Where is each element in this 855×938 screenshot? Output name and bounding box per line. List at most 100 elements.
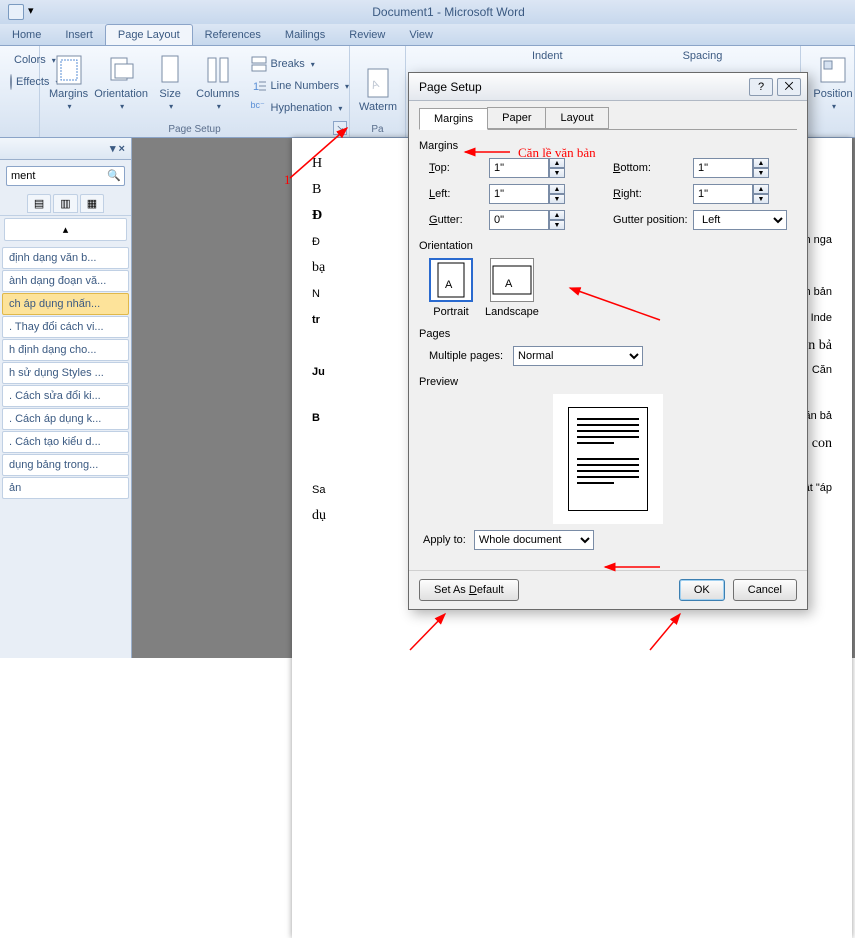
size-button[interactable]: Size▾ [151,50,189,116]
nav-search: 🔍 [6,166,125,186]
gutter-pos-select[interactable]: Left [693,210,787,230]
cancel-button[interactable]: Cancel [733,579,797,601]
line-numbers-button[interactable]: 1Line Numbers▾ [247,76,354,96]
nav-tabs: ▤ ▥ ▦ [0,192,131,216]
multiple-pages-label: Multiple pages: [429,350,503,362]
right-spin-up[interactable]: ▲ [753,184,769,194]
bottom-input[interactable] [693,158,753,178]
nav-item[interactable]: . Cách sửa đổi ki... [2,385,129,407]
svg-text:A: A [445,279,453,291]
multiple-pages-select[interactable]: Normal [513,346,643,366]
hyphenation-button[interactable]: bc⁻Hyphenation▾ [247,98,354,118]
orientation-button[interactable]: Orientation▾ [95,50,147,116]
bottom-label: Bottom: [613,162,693,174]
ribbon-tabs: Home Insert Page Layout References Maili… [0,24,855,46]
ok-button[interactable]: OK [679,579,725,601]
nav-item[interactable]: ch áp dụng nhấn... [2,293,129,315]
preview-box [553,394,663,524]
tab-review[interactable]: Review [337,25,397,45]
apply-to-select[interactable]: Whole document [474,530,594,550]
landscape-icon: A [490,258,534,302]
nav-item[interactable]: dụng bảng trong... [2,454,129,476]
right-label: Right: [613,188,693,200]
nav-item[interactable]: h sử dụng Styles ... [2,362,129,384]
tab-home[interactable]: Home [0,25,53,45]
nav-tab-headings[interactable]: ▤ [27,194,51,213]
tab-layout[interactable]: Layout [545,107,608,129]
breaks-icon [251,56,267,72]
pages-section-label: Pages [419,328,797,340]
portrait-icon: A [429,258,473,302]
tab-insert[interactable]: Insert [53,25,105,45]
nav-item[interactable]: h định dạng cho... [2,339,129,361]
gutter-spin-up[interactable]: ▲ [549,210,565,220]
gutter-input[interactable] [489,210,549,230]
landscape-button[interactable]: A Landscape [485,258,539,318]
portrait-button[interactable]: A Portrait [429,258,473,318]
apply-to-label: Apply to: [423,534,466,546]
nav-close-icon[interactable]: ▾ × [110,142,125,155]
effects-button[interactable]: Effects▾ [6,72,33,92]
effects-icon [10,74,12,90]
left-spin-up[interactable]: ▲ [549,184,565,194]
colors-button[interactable]: Colors▾ [6,50,33,70]
nav-item[interactable]: ành dạng đoạn vă... [2,270,129,292]
preview-section-label: Preview [419,376,797,388]
columns-icon [202,54,234,86]
nav-header: ▾ × [0,138,131,160]
breaks-button[interactable]: Breaks▾ [247,54,354,74]
tab-paper[interactable]: Paper [487,107,546,129]
page-setup-launcher[interactable]: ↘ [333,121,347,135]
preview-page-icon [568,407,648,511]
size-icon [154,54,186,86]
qat-save-icon[interactable] [8,4,24,20]
watermark-button[interactable]: A Waterm [356,50,400,116]
nav-item[interactable]: ản [2,477,129,499]
close-button[interactable]: ⨉ [777,78,801,96]
tab-page-layout[interactable]: Page Layout [105,24,193,45]
right-input[interactable] [693,184,753,204]
dialog-titlebar[interactable]: Page Setup ? ⨉ [409,73,807,101]
orientation-icon [105,54,137,86]
margins-icon [53,54,85,86]
gutter-pos-label: Gutter position: [613,214,693,226]
qat-dropdown[interactable]: ▾ [28,4,38,20]
tab-view[interactable]: View [397,25,445,45]
right-spin-down[interactable]: ▼ [753,194,769,204]
navigation-pane: ▾ × 🔍 ▤ ▥ ▦ ▴ định dạng văn b...ành dạng… [0,138,132,658]
search-icon[interactable]: 🔍 [107,169,121,182]
position-icon [817,54,849,86]
nav-item[interactable]: . Cách áp dụng k... [2,408,129,430]
tab-margins[interactable]: Margins [419,108,488,130]
nav-item[interactable]: . Thay đổi cách vi... [2,316,129,338]
left-label: Left: [429,188,489,200]
top-label: Top: [429,162,489,174]
gutter-label: Gutter: [429,214,489,226]
left-input[interactable] [489,184,549,204]
help-button[interactable]: ? [749,78,773,96]
top-spin-down[interactable]: ▼ [549,168,565,178]
svg-text:1: 1 [253,81,259,93]
left-spin-down[interactable]: ▼ [549,194,565,204]
nav-tab-results[interactable]: ▦ [80,194,104,213]
tab-references[interactable]: References [193,25,273,45]
nav-item[interactable]: định dạng văn b... [2,247,129,269]
columns-button[interactable]: Columns▾ [193,50,242,116]
nav-collapse-icon[interactable]: ▴ [4,218,127,241]
top-input[interactable] [489,158,549,178]
set-default-button[interactable]: Set As Default [419,579,519,601]
dialog-title: Page Setup [415,80,745,94]
gutter-spin-down[interactable]: ▼ [549,220,565,230]
line-numbers-icon: 1 [251,78,267,94]
nav-item[interactable]: . Cách tạo kiểu d... [2,431,129,453]
bottom-spin-down[interactable]: ▼ [753,168,769,178]
margins-button[interactable]: Margins▾ [46,50,91,116]
svg-text:A: A [505,278,513,290]
margins-section-label: Margins [419,140,797,152]
top-spin-up[interactable]: ▲ [549,158,565,168]
watermark-icon: A [362,67,394,99]
tab-mailings[interactable]: Mailings [273,25,337,45]
bottom-spin-up[interactable]: ▲ [753,158,769,168]
position-button[interactable]: Position▾ [807,50,855,116]
nav-tab-pages[interactable]: ▥ [53,194,77,213]
